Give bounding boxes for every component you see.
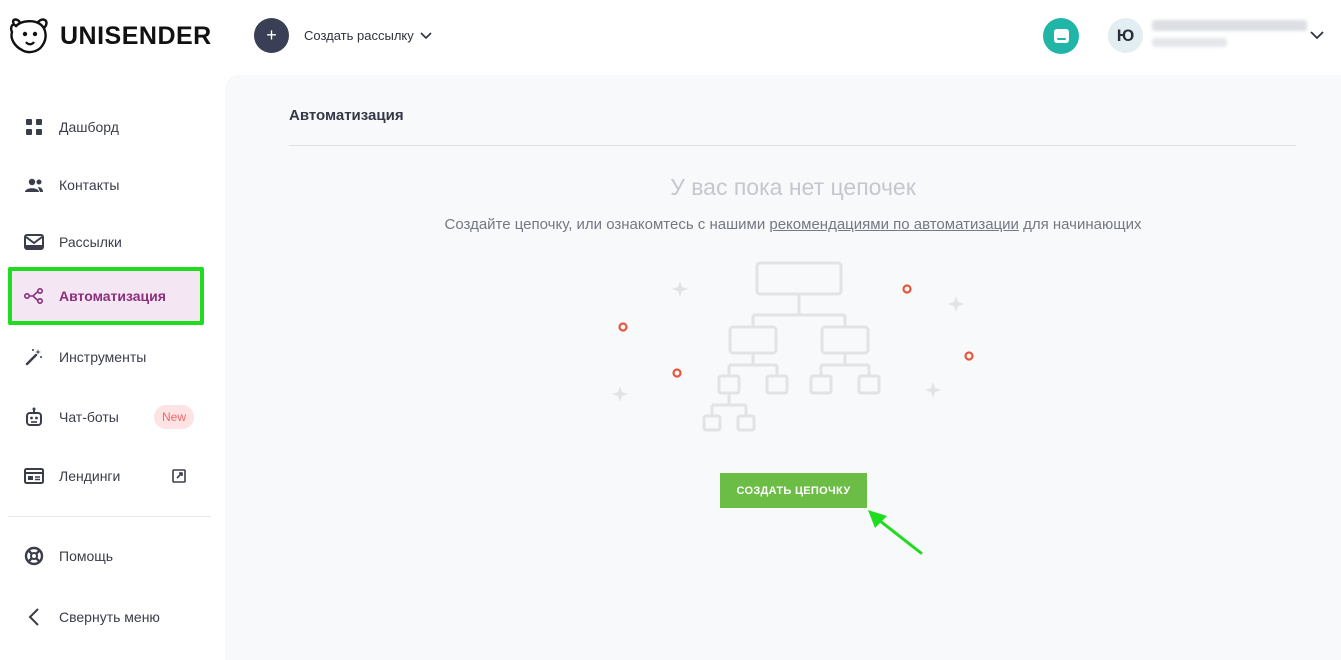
plus-icon: +	[254, 18, 289, 53]
account-menu-chevron-icon[interactable]	[1310, 31, 1324, 40]
account-subtitle-redacted	[1152, 38, 1227, 47]
sidebar-item-label: Помощь	[59, 548, 114, 564]
dashboard-grid-icon	[24, 117, 44, 137]
page-title: Автоматизация	[289, 107, 404, 124]
main-content: Автоматизация У вас пока нет цепочек Соз…	[225, 75, 1341, 660]
sidebar-item-label: Свернуть меню	[59, 609, 160, 625]
sidebar: Дашборд Контакты Рассылки Автоматизация …	[0, 75, 225, 660]
sidebar-item-automation[interactable]: Автоматизация	[8, 267, 204, 325]
mail-icon	[24, 232, 44, 252]
sidebar-item-label: Чат-боты	[59, 409, 119, 425]
automation-guide-link[interactable]: рекомендациями по автоматизации	[769, 216, 1019, 233]
sidebar-item-landings[interactable]: Лендинги	[8, 448, 204, 504]
magic-wand-icon	[24, 347, 44, 367]
empty-desc-after: для начинающих	[1018, 216, 1142, 233]
collapse-menu-button[interactable]: Свернуть меню	[8, 589, 204, 645]
sidebar-item-label: Лендинги	[59, 468, 121, 484]
new-badge: New	[154, 405, 195, 429]
title-divider	[289, 145, 1296, 146]
sidebar-item-dashboard[interactable]: Дашборд	[8, 99, 204, 155]
empty-state-title: У вас пока нет цепочек	[670, 174, 916, 200]
create-campaign-label: Создать рассылку	[304, 28, 414, 43]
create-chain-button[interactable]: СОЗДАТЬ ЦЕПОЧКУ	[720, 473, 867, 508]
chevron-down-icon	[420, 31, 432, 39]
top-header: UNISENDER + Создать рассылку Ю	[0, 0, 1341, 75]
empty-state-description: Создайте цепочку, или ознакомтесь с наши…	[225, 216, 1341, 233]
sidebar-item-label: Автоматизация	[59, 288, 166, 304]
annotation-arrow-icon	[868, 510, 923, 555]
user-avatar[interactable]: Ю	[1108, 18, 1143, 53]
sidebar-item-chatbots[interactable]: Чат-боты New	[8, 389, 204, 445]
support-chat-button[interactable]	[1043, 18, 1079, 54]
sidebar-divider	[8, 516, 211, 517]
help-lifebuoy-icon	[24, 546, 44, 566]
robot-icon	[24, 407, 44, 427]
sidebar-item-label: Контакты	[59, 177, 120, 193]
dog-logo-icon	[10, 18, 48, 54]
landing-icon	[24, 466, 44, 486]
sidebar-item-label: Инструменты	[59, 349, 147, 365]
chain-tree-illustration	[612, 261, 974, 432]
sidebar-item-contacts[interactable]: Контакты	[8, 157, 204, 213]
sidebar-item-help[interactable]: Помощь	[8, 528, 204, 584]
external-link-icon	[172, 469, 186, 483]
empty-desc-before: Создайте цепочку, или ознакомтесь с наши…	[444, 216, 770, 233]
sidebar-item-tools[interactable]: Инструменты	[8, 329, 204, 385]
automation-icon	[24, 286, 44, 306]
create-campaign-button[interactable]: + Создать рассылку	[254, 18, 432, 53]
sidebar-item-label: Рассылки	[59, 234, 122, 250]
chevron-left-icon	[24, 607, 44, 627]
unisender-logo[interactable]: UNISENDER	[8, 16, 212, 56]
chat-icon	[1053, 29, 1069, 43]
logo-text: UNISENDER	[60, 21, 212, 50]
contacts-icon	[24, 175, 44, 195]
sidebar-item-campaigns[interactable]: Рассылки	[8, 214, 204, 270]
account-email-redacted	[1152, 20, 1307, 31]
sidebar-item-label: Дашборд	[59, 119, 119, 135]
